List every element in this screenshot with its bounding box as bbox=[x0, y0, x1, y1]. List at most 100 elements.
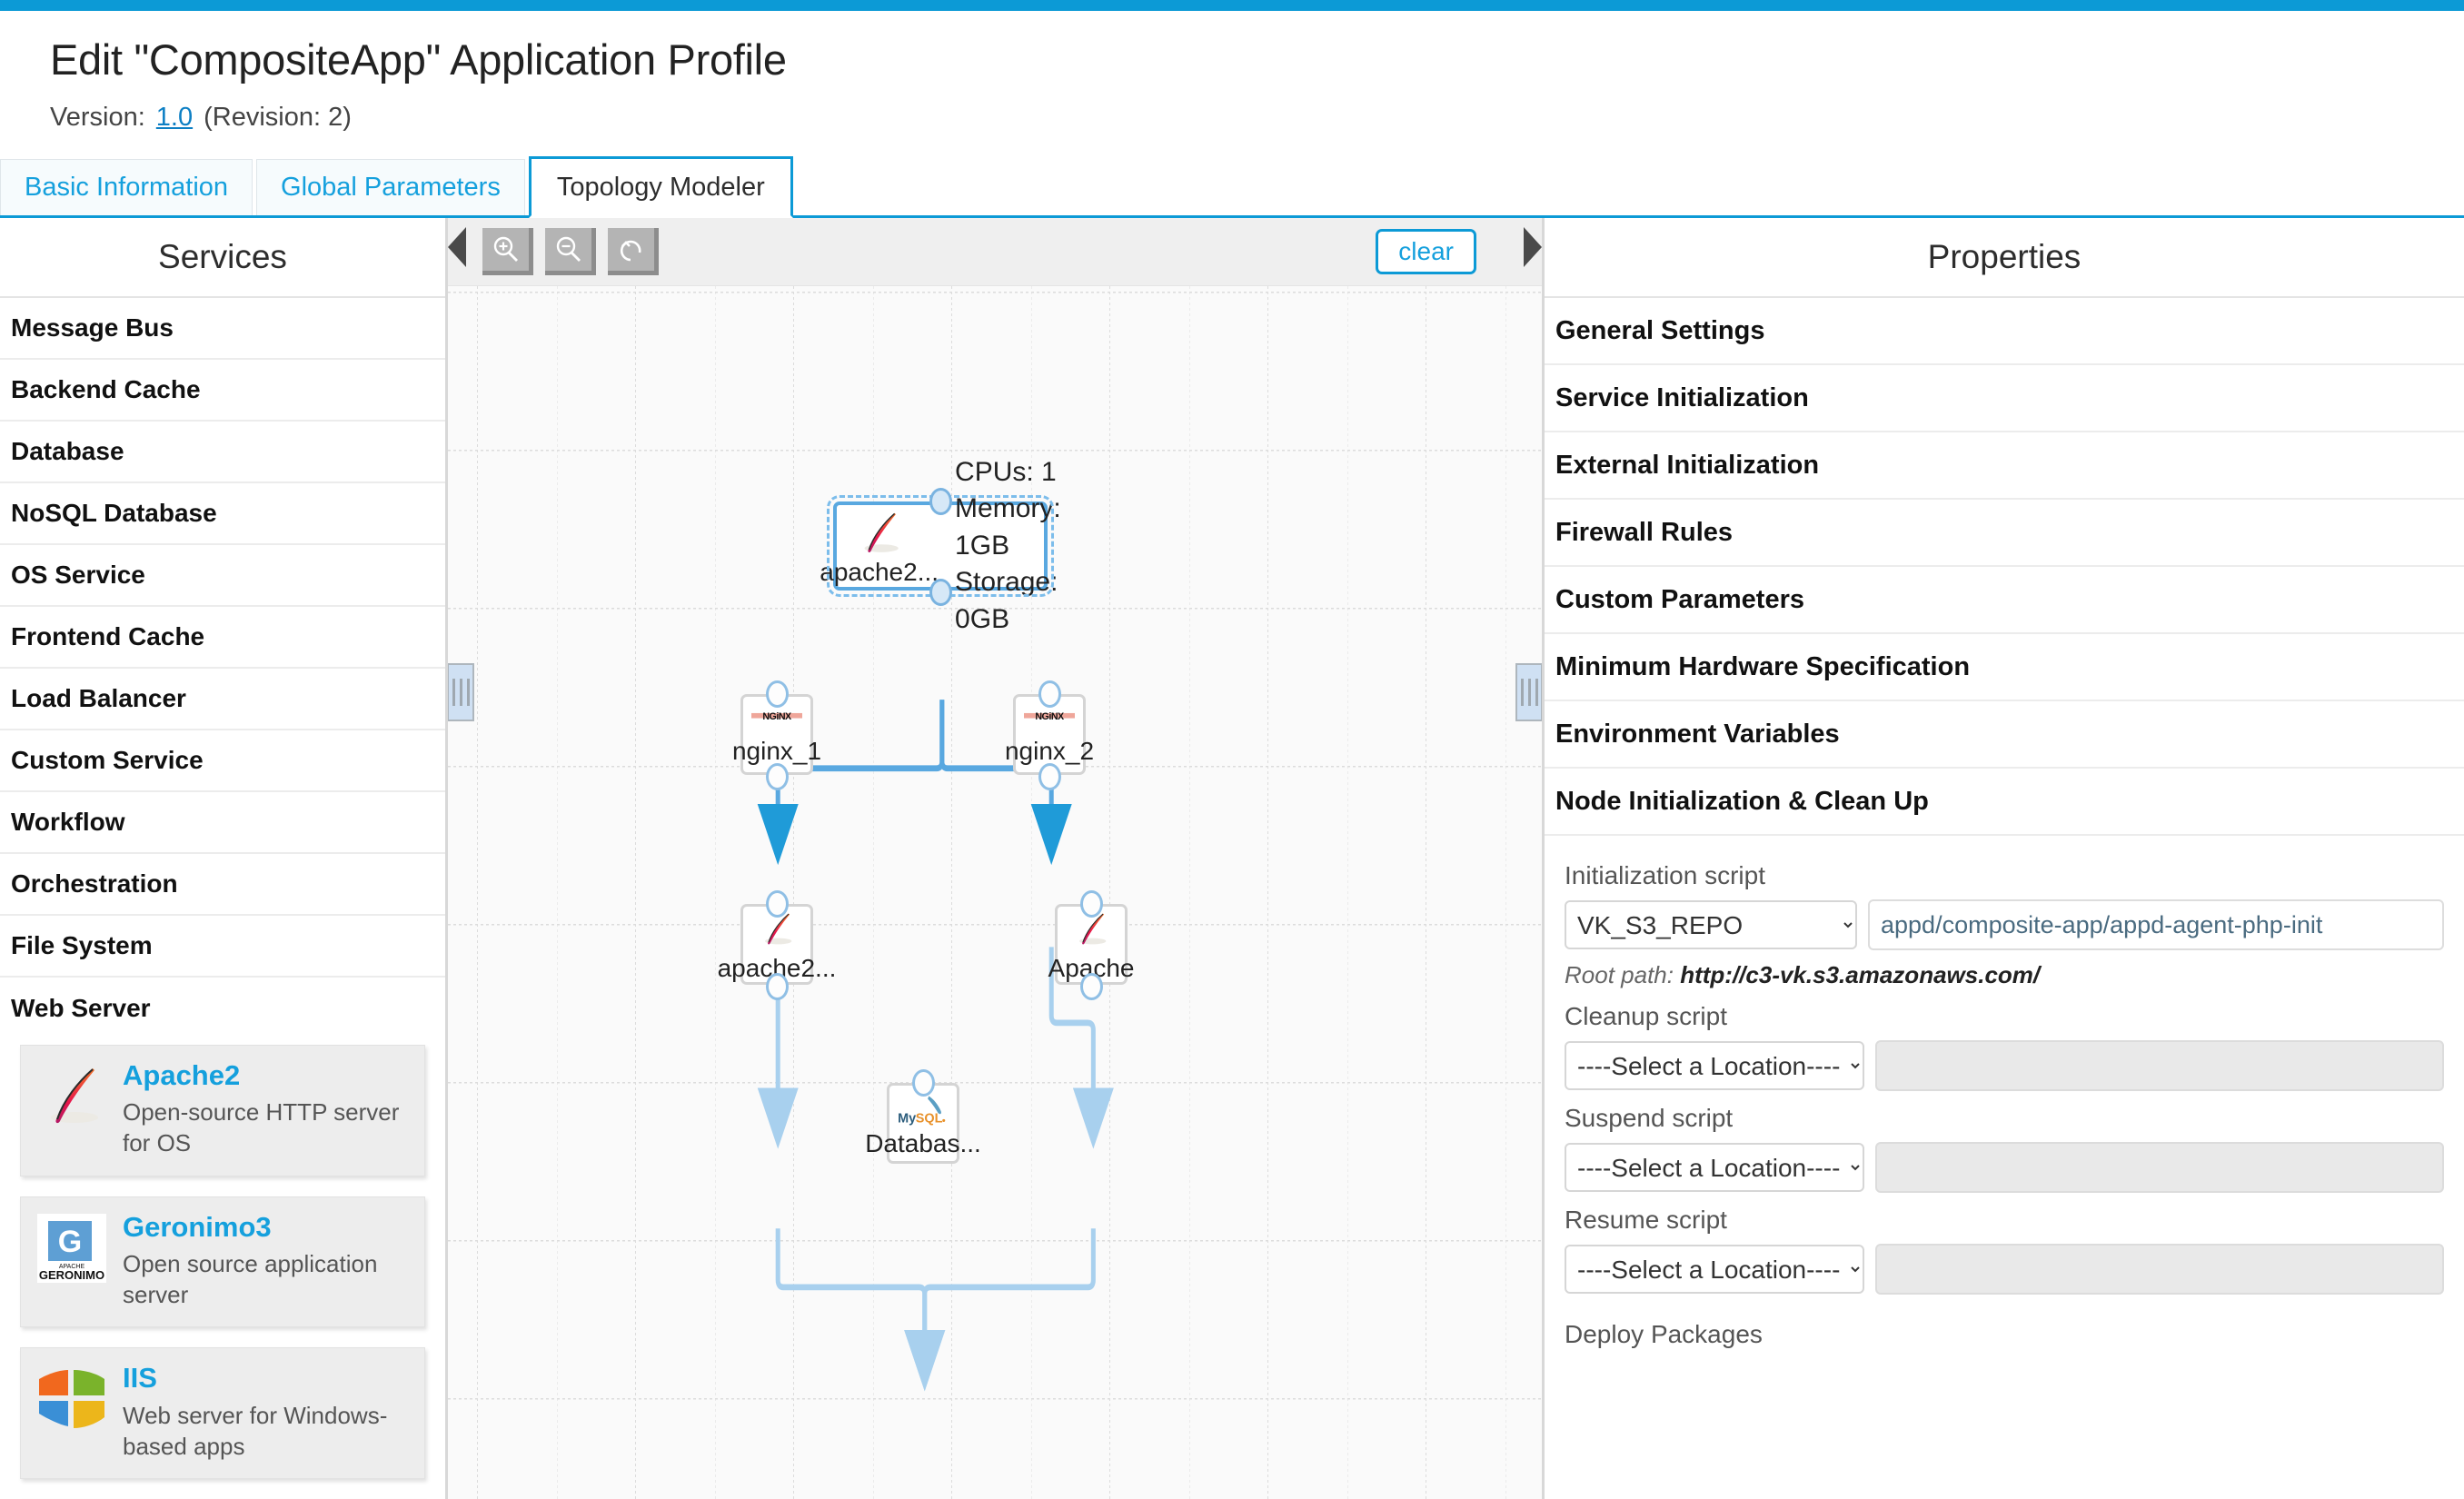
service-card-desc: Open-source HTTP server for OS bbox=[123, 1098, 400, 1157]
topology-node-label: Databas... bbox=[865, 1128, 981, 1157]
suspend-location-select[interactable]: ----Select a Location---- bbox=[1565, 1143, 1864, 1192]
grip-line bbox=[466, 679, 470, 706]
topology-node-label: apache2... bbox=[820, 558, 939, 586]
spec-storage: Storage: 0GB bbox=[955, 567, 1058, 634]
sidebar-group-web-server[interactable]: Web Server bbox=[0, 978, 445, 1039]
sidebar-item-file-system[interactable]: File System bbox=[0, 916, 445, 978]
sidebar-item-message-bus[interactable]: Message Bus bbox=[0, 298, 445, 360]
service-card-apache2[interactable]: Apache2 Open-source HTTP server for OS bbox=[20, 1045, 425, 1176]
node-port-top[interactable] bbox=[766, 890, 789, 918]
cleanup-location-select[interactable]: ----Select a Location---- bbox=[1565, 1041, 1864, 1090]
node-port-bottom[interactable] bbox=[929, 579, 952, 606]
grip-line bbox=[1520, 679, 1524, 706]
prop-section-external-initialization[interactable]: External Initialization bbox=[1545, 432, 2464, 500]
topology-node-label: nginx_2 bbox=[1004, 736, 1095, 765]
node-port-bottom[interactable] bbox=[1080, 973, 1103, 1000]
prop-section-firewall-rules[interactable]: Firewall Rules bbox=[1545, 500, 2464, 567]
topology-canvas[interactable]: clear apache2... CPUs: 1 Memory: 1GB Sto… bbox=[448, 218, 1545, 1499]
node-port-top[interactable] bbox=[1080, 890, 1103, 918]
prop-section-environment-variables[interactable]: Environment Variables bbox=[1545, 701, 2464, 769]
spec-cpus: CPUs: 1 bbox=[955, 456, 1057, 487]
node-port-top[interactable] bbox=[1038, 680, 1061, 708]
apache-feather-icon bbox=[34, 1058, 110, 1135]
prop-section-custom-parameters[interactable]: Custom Parameters bbox=[1545, 567, 2464, 634]
sidebar-item-workflow[interactable]: Workflow bbox=[0, 792, 445, 854]
resume-path-input bbox=[1875, 1244, 2444, 1295]
grip-line bbox=[459, 679, 462, 706]
canvas-grid[interactable]: apache2... CPUs: 1 Memory: 1GB Storage: … bbox=[448, 286, 1542, 1499]
grip-line bbox=[452, 679, 455, 706]
canvas-left-drag-handle[interactable] bbox=[448, 663, 474, 721]
sidebar-item-custom-service[interactable]: Custom Service bbox=[0, 730, 445, 792]
sidebar-item-backend-cache[interactable]: Backend Cache bbox=[0, 360, 445, 422]
sidebar-item-orchestration[interactable]: Orchestration bbox=[0, 854, 445, 916]
initialization-script-row: VK_S3_REPO bbox=[1565, 899, 2444, 950]
initialization-location-select[interactable]: VK_S3_REPO bbox=[1565, 900, 1857, 949]
prop-section-node-initialization-clean-up[interactable]: Node Initialization & Clean Up bbox=[1545, 769, 2464, 836]
canvas-right-drag-handle[interactable] bbox=[1515, 663, 1542, 721]
tab-topology-modeler[interactable]: Topology Modeler bbox=[528, 156, 793, 218]
apache-geronimo-icon: G APACHE GERONIMO bbox=[34, 1210, 110, 1286]
resume-script-label: Resume script bbox=[1565, 1206, 1727, 1234]
node-port-top[interactable] bbox=[912, 1069, 935, 1097]
deploy-packages-label: Deploy Packages bbox=[1565, 1320, 1763, 1348]
topology-node-specs: CPUs: 1 Memory: 1GB Storage: 0GB bbox=[955, 454, 1061, 639]
zoom-in-button[interactable] bbox=[482, 228, 533, 275]
sidebar-item-frontend-cache[interactable]: Frontend Cache bbox=[0, 607, 445, 669]
version-link[interactable]: 1.0 bbox=[156, 103, 193, 133]
collapse-right-arrow-icon[interactable] bbox=[1524, 227, 1542, 267]
reset-button[interactable] bbox=[608, 228, 659, 275]
service-card-title: Apache2 bbox=[123, 1059, 241, 1091]
page-header: Edit "CompositeApp" Application Profile … bbox=[0, 11, 2464, 133]
node-port-bottom[interactable] bbox=[766, 973, 789, 1000]
top-accent-bar bbox=[0, 0, 2464, 11]
cleanup-path-input bbox=[1875, 1040, 2444, 1091]
prop-section-general-settings[interactable]: General Settings bbox=[1545, 298, 2464, 365]
sidebar-item-database[interactable]: Database bbox=[0, 422, 445, 483]
node-port-top[interactable] bbox=[929, 488, 952, 515]
service-card-geronimo3[interactable]: G APACHE GERONIMO Geronimo3 Open source … bbox=[20, 1196, 425, 1328]
node-port-bottom[interactable] bbox=[766, 763, 789, 790]
apache-feather-icon bbox=[864, 512, 899, 552]
prop-section-minimum-hardware-specification[interactable]: Minimum Hardware Specification bbox=[1545, 634, 2464, 701]
card-body: IIS Web server for Windows-based apps bbox=[123, 1361, 412, 1462]
card-body: Geronimo3 Open source application server bbox=[123, 1210, 412, 1311]
sidebar-title: Services bbox=[0, 218, 445, 298]
svg-text:GERONIMO: GERONIMO bbox=[39, 1268, 104, 1282]
node-port-top[interactable] bbox=[766, 680, 789, 708]
tab-basic-information[interactable]: Basic Information bbox=[0, 159, 253, 215]
card-body: Apache2 Open-source HTTP server for OS bbox=[123, 1058, 412, 1159]
initialization-script-label: Initialization script bbox=[1565, 861, 1765, 889]
canvas-toolbar: clear bbox=[448, 218, 1542, 286]
root-path-value: http://c3-vk.s3.amazonaws.com/ bbox=[1680, 961, 2041, 988]
initialization-path-input[interactable] bbox=[1868, 899, 2444, 950]
resume-location-select[interactable]: ----Select a Location---- bbox=[1565, 1245, 1864, 1294]
clear-button[interactable]: clear bbox=[1376, 229, 1476, 274]
grip-line bbox=[1535, 679, 1538, 706]
revision-label: (Revision: 2) bbox=[204, 103, 352, 132]
prop-section-service-initialization[interactable]: Service Initialization bbox=[1545, 365, 2464, 432]
sidebar-item-load-balancer[interactable]: Load Balancer bbox=[0, 669, 445, 730]
suspend-script-row: ----Select a Location---- bbox=[1565, 1142, 2444, 1193]
nginx-icon: NGiNX bbox=[751, 711, 802, 722]
svg-text:My: My bbox=[898, 1111, 916, 1126]
collapse-left-arrow-icon[interactable] bbox=[448, 227, 466, 267]
topology-node-label: nginx_1 bbox=[731, 736, 822, 765]
svg-text:NGiNX: NGiNX bbox=[762, 711, 792, 722]
cleanup-script-row: ----Select a Location---- bbox=[1565, 1040, 2444, 1091]
service-card-title: IIS bbox=[123, 1362, 157, 1395]
service-card-title: Geronimo3 bbox=[123, 1210, 272, 1243]
zoom-out-button[interactable] bbox=[545, 228, 596, 275]
tab-bar: Basic Information Global Parameters Topo… bbox=[0, 156, 2464, 218]
node-init-form: Initialization script VK_S3_REPO Root pa… bbox=[1545, 836, 2464, 1349]
reset-icon bbox=[620, 240, 641, 261]
service-card-iis[interactable]: IIS Web server for Windows-based apps bbox=[20, 1347, 425, 1480]
tab-global-parameters[interactable]: Global Parameters bbox=[256, 159, 525, 215]
grip-line bbox=[1527, 679, 1531, 706]
main-body: Services Message Bus Backend Cache Datab… bbox=[0, 218, 2464, 1499]
node-port-bottom[interactable] bbox=[1038, 763, 1061, 790]
sidebar-item-nosql-database[interactable]: NoSQL Database bbox=[0, 483, 445, 545]
version-label: Version: bbox=[50, 103, 145, 132]
sidebar-item-os-service[interactable]: OS Service bbox=[0, 545, 445, 607]
windows-iis-icon bbox=[34, 1361, 110, 1437]
